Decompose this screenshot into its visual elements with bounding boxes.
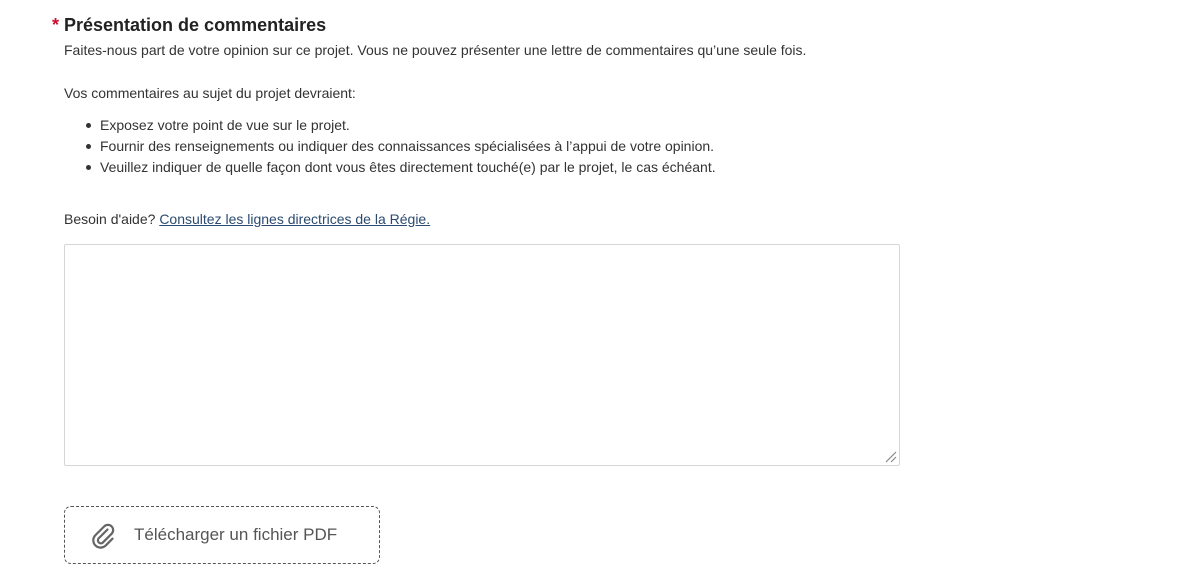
section-title-text: Présentation de commentaires [64,15,327,35]
guidelines-list: Exposez votre point de vue sur le projet… [64,115,716,178]
upload-pdf-button[interactable]: Télécharger un fichier PDF [64,506,380,564]
list-item: Exposez votre point de vue sur le projet… [86,115,716,136]
required-marker: * [52,15,60,35]
upload-button-label: Télécharger un fichier PDF [134,525,338,544]
guidelines-lead: Vos commentaires au sujet du projet devr… [64,85,356,101]
intro-text: Faites-nous part de votre opinion sur ce… [64,42,807,58]
help-row: Besoin d'aide? Consultez les lignes dire… [64,210,430,228]
list-item: Fournir des renseignements ou indiquer d… [86,136,716,157]
list-item: Veuillez indiquer de quelle façon dont v… [86,157,716,178]
comment-textarea[interactable] [64,244,900,466]
section-title: * Présentation de commentaires [52,13,326,37]
comment-submission-section: * Présentation de commentaires Faites-nou… [0,0,1200,581]
resize-handle-icon[interactable] [883,449,897,463]
paperclip-icon [92,523,115,549]
help-prefix: Besoin d'aide? [64,211,156,227]
guidelines-link[interactable]: Consultez les lignes directrices de la R… [159,211,430,227]
